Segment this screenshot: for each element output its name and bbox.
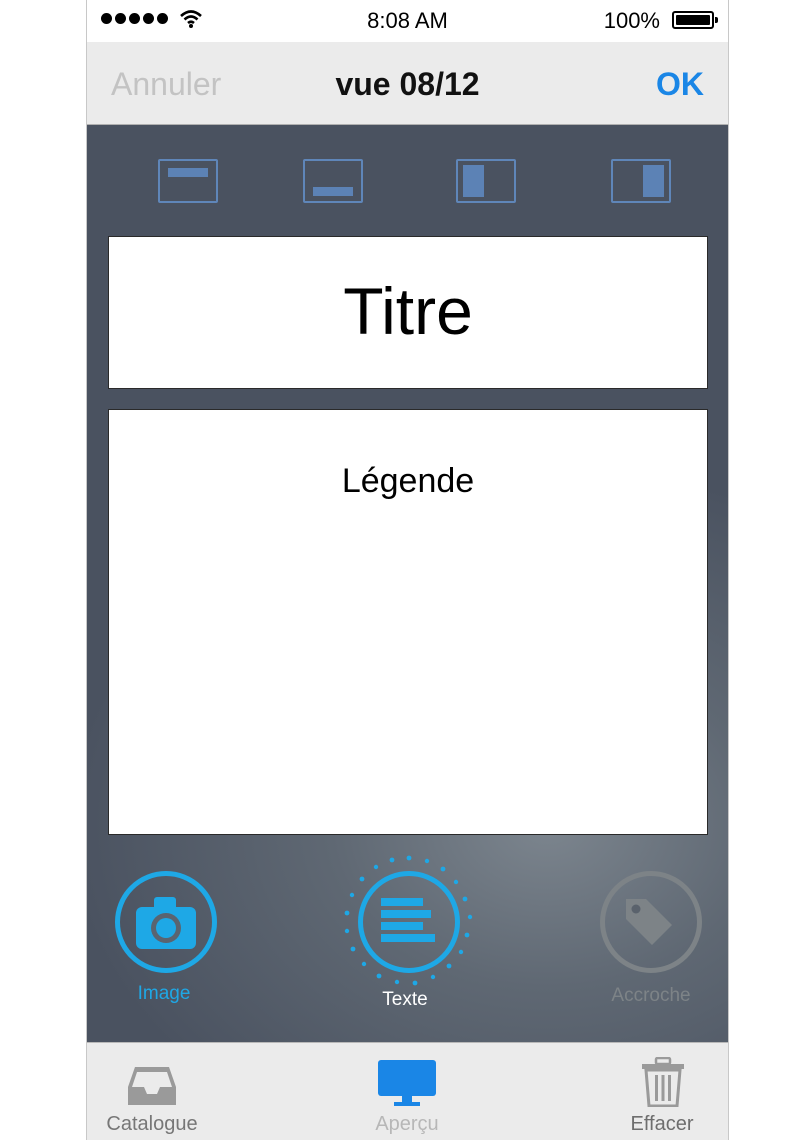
tab-catalogue[interactable]: Catalogue <box>87 1043 232 1140</box>
trash-icon <box>642 1057 684 1107</box>
phone-screen: 8:08 AM 100% Annuler vue 08/12 OK Titre … <box>86 0 729 1140</box>
legend-field[interactable]: Légende <box>108 409 708 835</box>
status-bar: 8:08 AM 100% <box>87 0 728 42</box>
ok-button[interactable]: OK <box>656 66 704 103</box>
battery-icon <box>672 11 718 29</box>
tab-delete[interactable]: Effacer <box>582 1043 728 1140</box>
tab-catalogue-label: Catalogue <box>106 1113 198 1135</box>
layout-right-column-button[interactable] <box>611 159 671 203</box>
image-button[interactable] <box>115 871 217 973</box>
title-field[interactable]: Titre <box>108 236 708 389</box>
text-button[interactable] <box>358 871 460 973</box>
edit-panel: Titre Légende Image Texte Accroche <box>87 125 728 1042</box>
layout-top-banner-button[interactable] <box>158 159 218 203</box>
battery-percentage: 100% <box>603 8 660 33</box>
layout-left-column-button[interactable] <box>456 159 516 203</box>
text-label: Texte <box>382 989 428 1010</box>
hook-button[interactable] <box>600 871 702 973</box>
tab-bar: Catalogue Aperçu Effacer <box>87 1042 728 1140</box>
layout-bottom-banner-button[interactable] <box>303 159 363 203</box>
navigation-bar: Annuler vue 08/12 OK <box>87 42 728 125</box>
text-lines-icon <box>381 898 435 942</box>
page-title: vue 08/12 <box>335 66 480 102</box>
camera-icon <box>136 897 196 949</box>
tag-icon <box>626 899 672 945</box>
inbox-tray-icon <box>128 1067 176 1105</box>
tab-preview[interactable]: Aperçu <box>327 1043 487 1140</box>
legend-placeholder: Légende <box>341 462 475 500</box>
tab-preview-label: Aperçu <box>375 1113 439 1135</box>
hook-label: Accroche <box>611 985 691 1006</box>
monitor-icon <box>378 1060 436 1106</box>
tab-delete-label: Effacer <box>630 1113 694 1135</box>
image-label: Image <box>137 983 191 1004</box>
title-placeholder: Titre <box>343 274 473 348</box>
